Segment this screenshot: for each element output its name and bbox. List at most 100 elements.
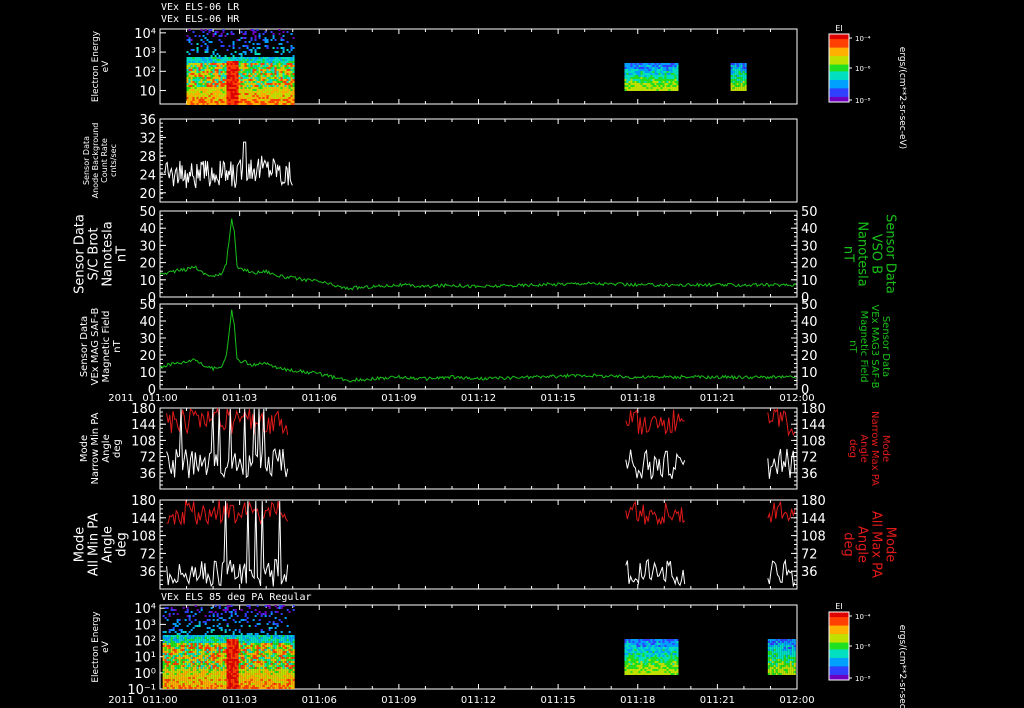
heat-cell (282, 637, 285, 639)
heat-cell (244, 637, 247, 639)
heat-cell (174, 639, 177, 641)
heat-cell (208, 643, 211, 645)
heat-cell (192, 59, 195, 61)
heat-cell (190, 95, 193, 97)
heat-cell (254, 679, 257, 681)
heat-cell (238, 639, 241, 641)
heat-cell (236, 81, 239, 83)
heat-cell (222, 673, 225, 675)
heat-cell (270, 95, 273, 97)
x-tick-label: 011:03 (222, 393, 257, 404)
heat-cell (204, 99, 207, 101)
heat-cell (254, 61, 257, 63)
heat-cell (182, 687, 185, 689)
heat-cell (652, 649, 655, 651)
heat-cell (234, 651, 237, 653)
heat-cell (636, 81, 639, 83)
heat-cell (268, 75, 271, 77)
heat-cell (268, 649, 271, 651)
heat-cell (200, 663, 203, 665)
heat-cell (196, 57, 199, 59)
heat-cell (292, 55, 295, 57)
heat-cell (206, 657, 209, 659)
heat-cell (282, 49, 285, 51)
heat-cell (632, 641, 635, 643)
heat-cell (254, 625, 257, 627)
heat-cell (634, 669, 637, 671)
heat-cell (626, 671, 629, 673)
heat-cell (268, 663, 271, 665)
heat-cell (208, 41, 211, 43)
heat-cell (212, 649, 215, 651)
heat-cell (658, 69, 661, 71)
heat-cell (642, 659, 645, 661)
heat-cell (186, 81, 189, 83)
heat-cell (634, 655, 637, 657)
heat-cell (292, 647, 295, 649)
heat-cell (204, 687, 207, 689)
heat-cell (168, 673, 171, 675)
heat-cell (666, 85, 669, 87)
heat-cell (266, 605, 269, 607)
heat-cell (740, 83, 743, 85)
heat-cell (292, 671, 295, 673)
heat-cell (226, 677, 229, 679)
heat-cell (200, 99, 203, 101)
heat-cell (252, 101, 255, 103)
heat-cell (242, 643, 245, 645)
heat-cell (656, 71, 659, 73)
heat-cell (272, 97, 275, 99)
heat-cell (206, 659, 209, 661)
heat-cell (216, 635, 219, 637)
heat-cell (188, 69, 191, 71)
heat-cell (218, 87, 221, 89)
heat-cell (670, 75, 673, 77)
heat-cell (198, 641, 201, 643)
heat-cell (266, 41, 269, 43)
heat-cell (640, 655, 643, 657)
heat-cell (178, 679, 181, 681)
heat-cell (174, 659, 177, 661)
heat-cell (190, 641, 193, 643)
heat-cell (646, 669, 649, 671)
heat-cell (282, 95, 285, 97)
heat-cell (632, 663, 635, 665)
heat-cell (736, 69, 739, 71)
heat-cell (198, 635, 201, 637)
heat-cell (258, 93, 261, 95)
heat-cell (192, 91, 195, 93)
heat-cell (232, 653, 235, 655)
heat-cell (204, 65, 207, 67)
heat-cell (632, 83, 635, 85)
heat-cell (264, 99, 267, 101)
heat-cell (656, 673, 659, 675)
heat-cell (228, 85, 231, 87)
heat-cell (166, 659, 169, 661)
heat-cell (258, 63, 261, 65)
heat-cell (210, 677, 213, 679)
panel7-heatmap (162, 605, 796, 689)
heat-cell (208, 611, 211, 613)
heat-cell (176, 685, 179, 687)
heat-cell (642, 77, 645, 79)
heat-cell (290, 653, 293, 655)
heat-cell (740, 75, 743, 77)
heat-cell (164, 649, 167, 651)
heat-cell (644, 667, 647, 669)
heat-cell (164, 659, 167, 661)
heat-cell (280, 39, 283, 41)
heat-cell (232, 71, 235, 73)
heat-cell (178, 685, 181, 687)
heat-cell (198, 57, 201, 59)
y-tick-label: 108 (131, 434, 156, 449)
heat-cell (228, 685, 231, 687)
heat-cell (266, 681, 269, 683)
heat-cell (202, 65, 205, 67)
heat-cell (194, 673, 197, 675)
heat-cell (256, 647, 259, 649)
heat-cell (656, 661, 659, 663)
heat-cell (266, 655, 269, 657)
heat-cell (292, 83, 295, 85)
heat-cell (734, 71, 737, 73)
heat-cell (192, 83, 195, 85)
